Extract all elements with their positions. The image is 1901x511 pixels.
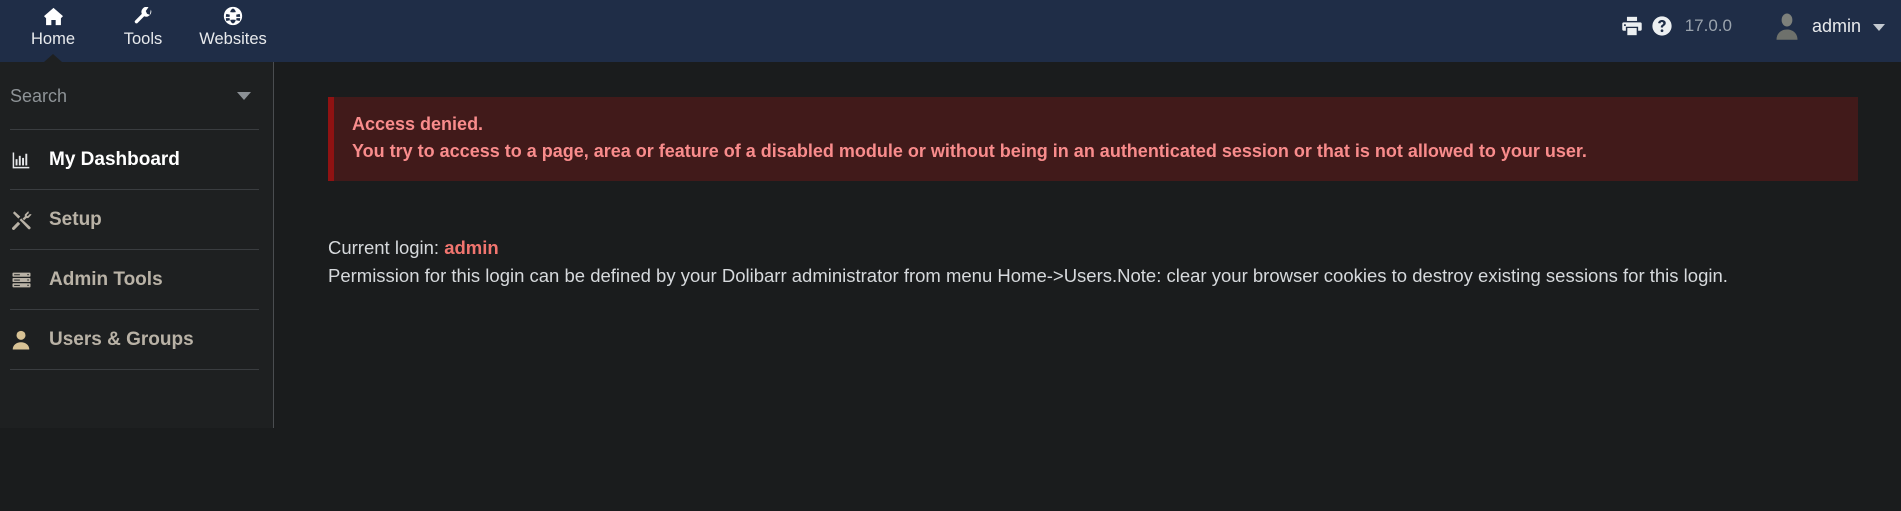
sidebar-item-admin-tools-label: Admin Tools (49, 269, 163, 290)
alert-message: You try to access to a page, area or fea… (352, 141, 1587, 161)
nav-tab-websites-label: Websites (199, 30, 267, 48)
sidebar-item-setup[interactable]: Setup (0, 190, 273, 250)
main-nav-tabs: Home Tools Websites (0, 0, 278, 62)
server-rack-icon (10, 271, 32, 289)
search-row (0, 62, 273, 130)
page-body: My Dashboard Setup (0, 62, 1901, 511)
search-input[interactable] (10, 85, 261, 107)
alert-title: Access denied. (352, 114, 484, 134)
current-login-line: Current login: admin (328, 234, 1728, 262)
nav-tab-home[interactable]: Home (8, 0, 98, 62)
chevron-down-icon (1873, 23, 1885, 31)
user-menu[interactable]: admin (1772, 11, 1885, 41)
access-denied-alert: Access denied. You try to access to a pa… (328, 97, 1858, 181)
current-login-value: admin (444, 237, 499, 258)
left-sidebar: My Dashboard Setup (0, 62, 274, 428)
version-label: 17.0.0 (1684, 16, 1732, 35)
sidebar-item-users-groups[interactable]: Users & Groups (0, 310, 273, 370)
sidebar-item-setup-label: Setup (49, 209, 102, 230)
top-navbar: Home Tools Websites 17.0.0 admin (0, 0, 1901, 62)
user-name-label: admin (1811, 15, 1861, 36)
sidebar-item-my-dashboard-label: My Dashboard (49, 149, 180, 170)
sidebar-item-my-dashboard[interactable]: My Dashboard (0, 130, 273, 190)
printer-icon[interactable] (1617, 11, 1647, 41)
login-info-block: Current login: admin Permission for this… (328, 234, 1728, 290)
help-circle-icon[interactable] (1647, 11, 1677, 41)
chart-bar-icon (10, 150, 32, 170)
permission-note: Permission for this login can be defined… (328, 265, 1728, 286)
current-login-label: Current login: (328, 237, 440, 258)
home-icon (43, 5, 64, 27)
nav-tab-websites[interactable]: Websites (188, 0, 278, 62)
nav-tab-tools[interactable]: Tools (98, 0, 188, 62)
globe-icon (223, 5, 243, 27)
sidebar-item-admin-tools[interactable]: Admin Tools (0, 250, 273, 310)
main-content: Access denied. You try to access to a pa… (274, 62, 1901, 511)
user-avatar-icon (1772, 11, 1802, 41)
tools-cross-icon (10, 210, 32, 231)
nav-tab-tools-label: Tools (123, 30, 163, 48)
navbar-right-actions: 17.0.0 admin (1617, 0, 1901, 52)
sidebar-item-users-groups-label: Users & Groups (49, 329, 194, 350)
user-icon (10, 330, 32, 350)
nav-tab-home-label: Home (30, 30, 75, 48)
wrench-icon (134, 5, 153, 27)
